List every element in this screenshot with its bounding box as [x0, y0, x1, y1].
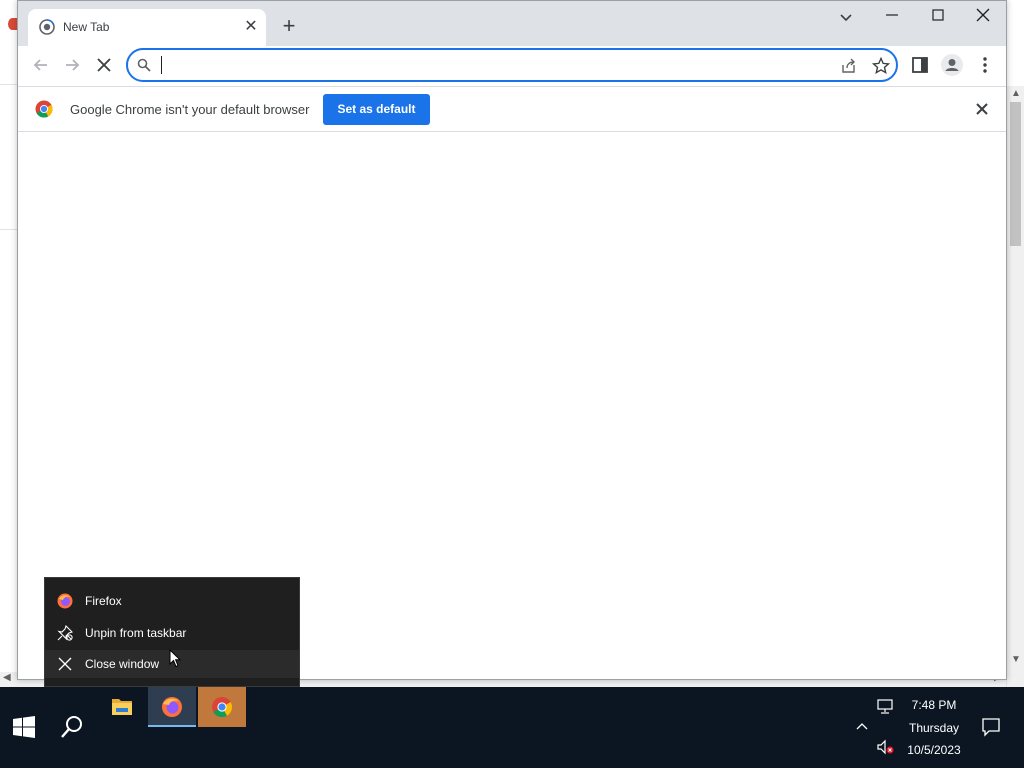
- bookmark-star-icon[interactable]: [872, 57, 890, 75]
- network-icon[interactable]: [876, 699, 894, 715]
- taskbar-chrome[interactable]: [198, 687, 246, 727]
- minimize-icon[interactable]: [882, 5, 902, 25]
- text-caret: [161, 56, 162, 74]
- tab-new-tab[interactable]: New Tab ✕: [28, 9, 266, 46]
- jumplist-label: Close window: [85, 657, 160, 671]
- firefox-icon: [162, 697, 182, 717]
- jumplist-item-unpin[interactable]: Unpin from taskbar: [45, 619, 299, 647]
- background-app-icon: [8, 18, 17, 30]
- close-tab-icon[interactable]: ✕: [242, 18, 260, 36]
- back-arrow-icon[interactable]: [30, 54, 52, 76]
- file-explorer-icon: [112, 699, 132, 715]
- jumplist-item-firefox[interactable]: Firefox: [45, 587, 299, 615]
- address-input[interactable]: [160, 55, 800, 75]
- browser-toolbar: [18, 46, 1006, 86]
- new-tab-button[interactable]: +: [277, 15, 301, 39]
- jumplist-label: Unpin from taskbar: [85, 626, 187, 640]
- jumplist-label: Firefox: [85, 594, 122, 608]
- scroll-left-icon[interactable]: ◀: [3, 672, 11, 683]
- maximize-icon[interactable]: [928, 5, 948, 25]
- clock-day[interactable]: Thursday: [904, 721, 964, 735]
- scroll-down-icon[interactable]: ▼: [1011, 654, 1021, 665]
- address-bar[interactable]: [126, 48, 898, 82]
- scrollbar-thumb[interactable]: [1010, 102, 1021, 246]
- stop-loading-icon[interactable]: [93, 54, 115, 76]
- search-icon: [137, 58, 151, 72]
- taskbar-firefox[interactable]: [148, 687, 196, 727]
- background-vertical-scrollbar[interactable]: ▲ ▼: [1006, 86, 1024, 687]
- tab-title: New Tab: [63, 20, 110, 34]
- chrome-logo-icon: [35, 100, 53, 118]
- taskbar-jump-list: Firefox Unpin from taskbar Close window: [44, 577, 300, 687]
- unpin-icon: [57, 625, 73, 641]
- firefox-icon: [57, 593, 73, 609]
- windows-taskbar: 7:48 PM Thursday 10/5/2023: [0, 687, 1024, 768]
- mouse-pointer-icon: [169, 649, 181, 668]
- windows-start-icon[interactable]: [13, 716, 35, 738]
- new-tab-icon: [39, 19, 55, 35]
- scroll-up-icon[interactable]: ▲: [1011, 88, 1021, 99]
- set-as-default-button[interactable]: Set as default: [323, 94, 430, 125]
- taskbar-file-explorer[interactable]: [98, 687, 146, 727]
- taskbar-search-icon[interactable]: [60, 714, 84, 740]
- active-indicator: [148, 725, 196, 727]
- person-icon: [945, 59, 959, 71]
- close-infobar-icon[interactable]: [974, 101, 990, 117]
- background-divider: [0, 84, 17, 85]
- chevron-down-icon[interactable]: [836, 7, 856, 27]
- infobar-message: Google Chrome isn't your default browser: [70, 102, 310, 117]
- close-window-icon[interactable]: [973, 5, 993, 25]
- background-divider: [0, 229, 17, 230]
- profile-avatar[interactable]: [941, 54, 963, 76]
- default-browser-infobar: Google Chrome isn't your default browser…: [18, 86, 1006, 132]
- kebab-menu-icon[interactable]: [976, 55, 994, 75]
- share-icon[interactable]: [840, 57, 858, 75]
- show-hidden-icons-icon[interactable]: [855, 719, 869, 733]
- close-icon: [58, 657, 72, 671]
- clock-time[interactable]: 7:48 PM: [904, 698, 964, 712]
- notifications-icon[interactable]: [981, 717, 1001, 737]
- side-panel-icon[interactable]: [911, 56, 929, 74]
- chrome-icon: [212, 697, 233, 718]
- clock-date[interactable]: 10/5/2023: [904, 743, 964, 757]
- volume-muted-icon[interactable]: [876, 739, 894, 755]
- forward-arrow-icon[interactable]: [61, 54, 83, 76]
- tab-strip: New Tab ✕ +: [18, 1, 1006, 46]
